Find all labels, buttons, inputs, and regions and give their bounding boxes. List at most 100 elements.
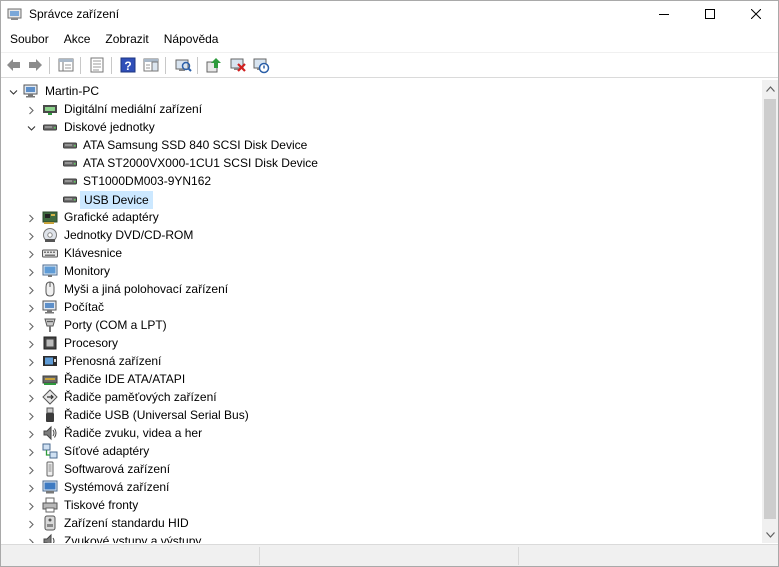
tree-category[interactable]: Porty (COM a LPT) — [1, 316, 761, 334]
expand-chevron-icon[interactable] — [27, 500, 36, 511]
collapse-chevron-icon[interactable] — [9, 86, 18, 95]
tree-item-label: Počítač — [64, 300, 105, 314]
tree-item-label: Porty (COM a LPT) — [64, 318, 167, 332]
scan-hardware-changes-button[interactable] — [174, 56, 192, 74]
tree-category[interactable]: Počítač — [1, 298, 761, 316]
vertical-scrollbar[interactable] — [762, 80, 778, 543]
menu-soubor[interactable]: Soubor — [1, 29, 56, 50]
tree-item-label: Řadiče IDE ATA/ATAPI — [64, 372, 186, 386]
tree-category[interactable]: Myši a jiná polohovací zařízení — [1, 280, 761, 298]
minimize-button[interactable] — [641, 1, 687, 27]
action-pane-button[interactable] — [142, 56, 160, 74]
tree-item-label: Řadiče zvuku, videa a her — [64, 426, 203, 440]
tree-category[interactable]: Tiskové fronty — [1, 496, 761, 514]
toolbar-separator — [80, 57, 81, 74]
device-manager-window: Správce zařízení Soubor Akce Zobrazit Ná… — [0, 0, 779, 567]
expand-chevron-icon[interactable] — [27, 482, 36, 493]
tree-category[interactable]: Síťové adaptéry — [1, 442, 761, 460]
scroll-down-button[interactable] — [762, 526, 778, 543]
device-tree[interactable]: Martin-PC Digitální mediální zařízení Dis… — [1, 80, 762, 543]
tree-category[interactable]: Řadiče IDE ATA/ATAPI — [1, 370, 761, 388]
tree-category[interactable]: Monitory — [1, 262, 761, 280]
uninstall-device-button[interactable] — [229, 56, 247, 74]
mouse-icon — [42, 281, 58, 297]
tree-item-label: Softwarová zařízení — [64, 462, 171, 476]
expand-chevron-icon[interactable] — [27, 104, 36, 115]
tree-category[interactable]: Přenosná zařízení — [1, 352, 761, 370]
toolbar-separator — [49, 57, 50, 74]
speaker-icon — [42, 425, 58, 441]
expand-chevron-icon[interactable] — [27, 338, 36, 349]
software-device-icon — [42, 461, 58, 477]
expand-chevron-icon[interactable] — [27, 464, 36, 475]
collapse-chevron-icon[interactable] — [27, 122, 36, 131]
media-device-icon — [42, 101, 58, 117]
disable-device-button[interactable] — [252, 56, 270, 74]
expand-chevron-icon[interactable] — [27, 518, 36, 529]
tree-device[interactable]: ATA ST2000VX000-1CU1 SCSI Disk Device — [1, 154, 761, 172]
tree-device[interactable]: USB Device — [1, 190, 761, 209]
tree-category[interactable]: Digitální mediální zařízení — [1, 100, 761, 118]
tree-root[interactable]: Martin-PC — [1, 82, 761, 100]
tree-item-label: Procesory — [64, 336, 119, 350]
back-button[interactable] — [5, 56, 23, 74]
expand-chevron-icon[interactable] — [27, 320, 36, 331]
tree-category[interactable]: Klávesnice — [1, 244, 761, 262]
expand-chevron-icon[interactable] — [27, 266, 36, 277]
expand-chevron-icon[interactable] — [27, 212, 36, 223]
menu-akce[interactable]: Akce — [56, 29, 98, 50]
tree-category[interactable]: Grafické adaptéry — [1, 208, 761, 226]
expand-chevron-icon[interactable] — [27, 302, 36, 313]
tree-device[interactable]: ST1000DM003-9YN162 — [1, 172, 761, 190]
help-button[interactable]: ? — [119, 56, 137, 74]
close-button[interactable] — [733, 1, 779, 27]
tree-item-label: Řadiče USB (Universal Serial Bus) — [64, 408, 249, 422]
expand-chevron-icon[interactable] — [27, 392, 36, 403]
expand-chevron-icon[interactable] — [27, 428, 36, 439]
tree-item-label: USB Device — [80, 191, 153, 209]
tree-item-label: Řadiče paměťových zařízení — [64, 390, 217, 404]
update-driver-icon — [206, 58, 221, 73]
forward-button[interactable] — [26, 56, 44, 74]
tree-category[interactable]: Řadiče USB (Universal Serial Bus) — [1, 406, 761, 424]
maximize-button[interactable] — [687, 1, 733, 27]
tree-category[interactable]: Diskové jednotky — [1, 118, 761, 136]
minimize-icon — [659, 14, 669, 15]
disk-drive-icon — [62, 137, 78, 153]
expand-chevron-icon[interactable] — [27, 374, 36, 385]
back-arrow-icon — [7, 59, 20, 71]
menu-napoveda[interactable]: Nápověda — [156, 29, 226, 50]
tree-category[interactable]: Systémová zařízení — [1, 478, 761, 496]
uninstall-device-icon — [230, 58, 246, 72]
keyboard-icon — [42, 245, 58, 261]
action-pane-icon — [143, 58, 159, 72]
show-hide-console-tree-button[interactable] — [88, 56, 106, 74]
tree-category[interactable]: Softwarová zařízení — [1, 460, 761, 478]
disk-drive-icon — [62, 155, 78, 171]
expand-chevron-icon[interactable] — [27, 356, 36, 367]
tree-item-label: Diskové jednotky — [64, 120, 155, 134]
network-adapter-icon — [42, 443, 58, 459]
menu-zobrazit[interactable]: Zobrazit — [97, 29, 155, 50]
tree-item-label: Síťové adaptéry — [64, 444, 150, 458]
scrollbar-thumb[interactable] — [764, 99, 776, 519]
expand-chevron-icon[interactable] — [27, 284, 36, 295]
scroll-up-button[interactable] — [762, 80, 778, 97]
tree-category[interactable]: Procesory — [1, 334, 761, 352]
expand-chevron-icon[interactable] — [27, 446, 36, 457]
expand-chevron-icon[interactable] — [27, 410, 36, 421]
expand-chevron-icon[interactable] — [27, 248, 36, 259]
expand-chevron-icon[interactable] — [27, 536, 36, 543]
properties-sheet-button[interactable] — [57, 56, 75, 74]
tree-item-label: Přenosná zařízení — [64, 354, 162, 368]
tree-device[interactable]: ATA Samsung SSD 840 SCSI Disk Device — [1, 136, 761, 154]
tree-category[interactable]: Zařízení standardu HID — [1, 514, 761, 532]
tree-item-label: Tiskové fronty — [64, 498, 139, 512]
svg-text:?: ? — [124, 59, 131, 73]
expand-chevron-icon[interactable] — [27, 230, 36, 241]
tree-category[interactable]: Zvukové vstupy a výstupy — [1, 532, 761, 543]
tree-category[interactable]: Řadiče paměťových zařízení — [1, 388, 761, 406]
update-driver-button[interactable] — [205, 56, 223, 74]
tree-category[interactable]: Jednotky DVD/CD-ROM — [1, 226, 761, 244]
tree-category[interactable]: Řadiče zvuku, videa a her — [1, 424, 761, 442]
